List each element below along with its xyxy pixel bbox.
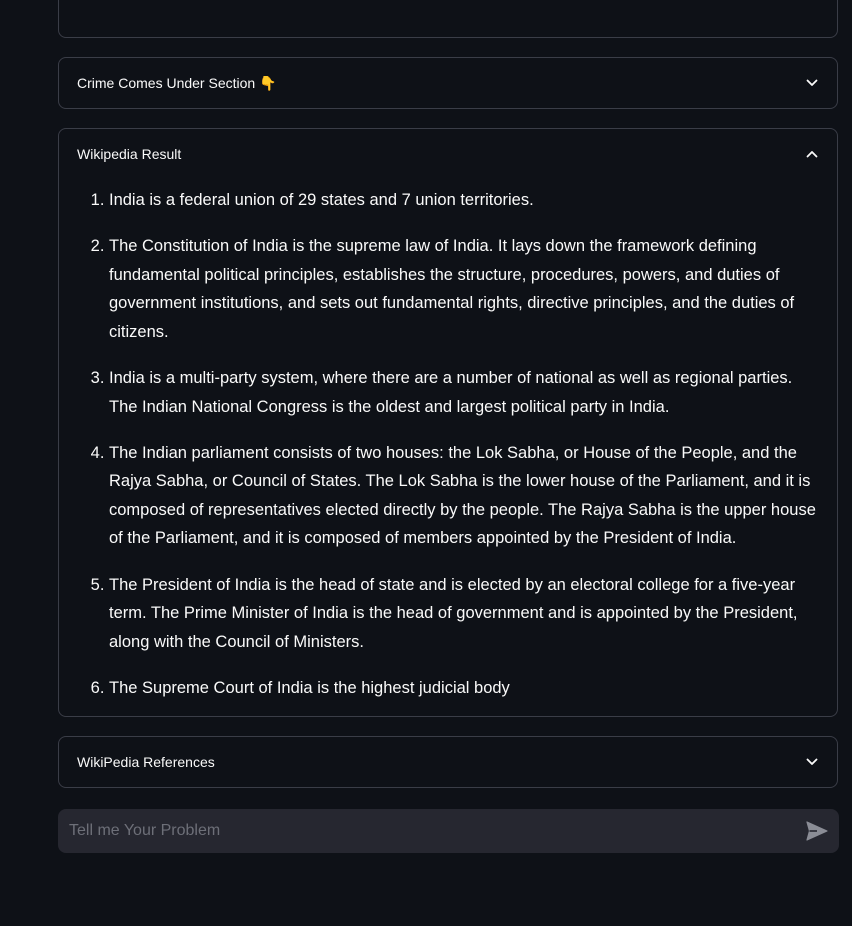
chevron-up-icon[interactable] [805,147,819,161]
expander-wiki-title: Wikipedia Result [77,146,182,162]
chevron-down-icon[interactable] [805,755,819,769]
pointing-down-icon: 👇 [259,74,277,91]
list-item: India is a multi-party system, where the… [109,364,819,421]
list-item: India is a federal union of 29 states an… [109,186,819,215]
list-item: The President of India is the head of st… [109,571,819,657]
expander-refs-title: WikiPedia References [77,754,215,770]
expander-crime-title: Crime Comes Under Section [77,75,256,91]
expander-wikipedia-references[interactable]: WikiPedia References [58,736,838,788]
expander-previous[interactable] [58,0,838,38]
expander-refs-header[interactable]: WikiPedia References [77,737,819,787]
send-icon[interactable] [795,809,839,853]
chevron-down-icon[interactable] [805,76,819,90]
expander-crime-label: Crime Comes Under Section 👇 [77,75,277,92]
expander-wikipedia-result[interactable]: Wikipedia Result India is a federal unio… [58,128,838,717]
chat-input-bar [58,809,839,853]
expander-wiki-header[interactable]: Wikipedia Result [77,129,819,179]
expander-crime-header[interactable]: Crime Comes Under Section 👇 [77,58,819,108]
chat-input[interactable] [58,809,795,853]
expander-crime-section[interactable]: Crime Comes Under Section 👇 [58,57,838,109]
list-item: The Constitution of India is the supreme… [109,232,819,346]
list-item: The Indian parliament consists of two ho… [109,439,819,553]
wiki-result-list: India is a federal union of 29 states an… [59,186,819,720]
app-main: Crime Comes Under Section 👇 Wikipedia Re… [0,0,852,926]
list-item: The Supreme Court of India is the highes… [109,674,819,703]
